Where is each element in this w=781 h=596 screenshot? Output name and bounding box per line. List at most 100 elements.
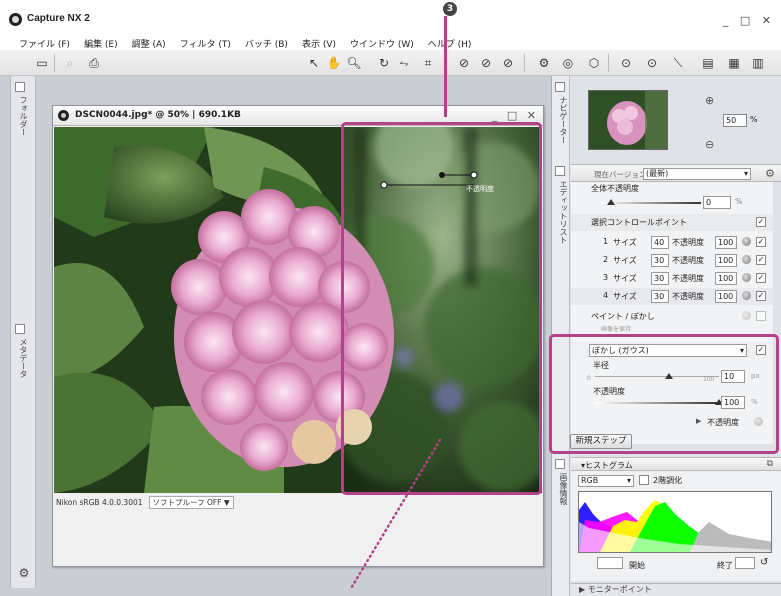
tab-photo-info[interactable]: 画像情報 [555, 473, 569, 505]
print-icon[interactable]: ⎙ [86, 55, 102, 71]
control-point-check[interactable]: ✓ [756, 273, 766, 283]
control-point-opacity-field[interactable]: 100 [715, 272, 737, 285]
selection-brush-icon[interactable]: ⟍ [670, 55, 686, 71]
histogram-end-field[interactable] [735, 557, 755, 569]
control-point-opacity-field[interactable]: 100 [715, 254, 737, 267]
menu-help[interactable]: ヘルプ (H) [421, 34, 479, 50]
overall-opacity-track[interactable] [601, 202, 701, 204]
menu-edit[interactable]: 編集 (E) [77, 34, 125, 50]
overall-opacity-field[interactable]: 0 [703, 196, 731, 209]
tab-navigator[interactable]: ナビゲーター [555, 96, 569, 144]
blur-radius-thumb[interactable] [665, 373, 674, 379]
navigator-palette-toggle[interactable] [555, 82, 565, 92]
control-point-visibility-icon[interactable] [742, 273, 751, 282]
zoom-value-field[interactable]: 50 [723, 114, 747, 127]
straighten-tool-icon[interactable]: ⥊ [396, 55, 412, 71]
menu-batch[interactable]: バッチ (B) [238, 34, 295, 50]
metadata-palette-toggle[interactable] [15, 324, 25, 334]
gear-icon[interactable]: ⚙ [765, 167, 775, 180]
control-point-check[interactable]: ✓ [756, 237, 766, 247]
crop-tool-icon[interactable]: ⌗ [420, 55, 436, 71]
photo-info-palette-toggle[interactable] [555, 459, 565, 469]
auto-retouch-icon[interactable]: ⬡ [586, 55, 602, 71]
tab-folder[interactable]: フォルダー [15, 96, 29, 136]
tab-edit-list[interactable]: エディットリスト [555, 180, 569, 244]
selection-control-points-check[interactable]: ✓ [756, 217, 766, 227]
navigator-thumbnail[interactable] [588, 90, 668, 150]
soft-proof-dropdown[interactable]: ソフトプルーフ OFF ▼ [148, 495, 234, 509]
expand-triangle-icon[interactable]: ▶ [696, 417, 701, 425]
version-label: 現在バージョン [594, 170, 647, 179]
black-point-icon[interactable]: ⊘ [456, 55, 472, 71]
selection-control-points-row[interactable]: 選択コントロールポイント ✓ [571, 214, 773, 231]
control-point-visibility-icon[interactable] [742, 237, 751, 246]
white-point-icon[interactable]: ⊘ [500, 55, 516, 71]
gradient-tool-icon[interactable]: ▤ [700, 55, 716, 71]
neutral-point-icon[interactable]: ⊘ [478, 55, 494, 71]
menu-file[interactable]: ファイル (F) [12, 34, 77, 50]
two-point-check[interactable] [639, 475, 649, 485]
control-point-row[interactable]: 3 サイズ 30 不透明度 100 ✓ [571, 270, 773, 287]
window-controls[interactable]: _ □ ✕ [723, 14, 775, 27]
control-point-size-field[interactable]: 30 [651, 254, 669, 267]
callout-badge: 3 [443, 2, 457, 16]
blur-opacity-field[interactable]: 100 [721, 396, 745, 409]
histogram-channel-select[interactable]: RGB [578, 475, 634, 487]
zoom-in-icon[interactable]: ⊕ [705, 94, 714, 107]
version-select[interactable]: (最新) [643, 168, 751, 180]
blur-radius-track[interactable] [595, 376, 719, 377]
control-point-opacity-field[interactable]: 100 [715, 236, 737, 249]
menu-adjust[interactable]: 調整 (A) [125, 34, 173, 50]
reset-icon[interactable]: ↺ [760, 557, 768, 568]
hand-tool-icon[interactable]: ✋ [326, 55, 342, 71]
control-point-opacity-field[interactable]: 100 [715, 290, 737, 303]
control-point-check[interactable]: ✓ [756, 291, 766, 301]
blend-row[interactable]: ▶ 不透明度 [571, 414, 773, 431]
blur-filter-row[interactable]: ぼかし (ガウス) ✓ [571, 342, 773, 359]
blur-filter-check[interactable]: ✓ [756, 345, 766, 355]
paint-visibility-icon[interactable] [742, 311, 751, 320]
fill-tool-icon[interactable]: ▦ [726, 55, 742, 71]
monitor-point-icon[interactable]: ⧉ [767, 459, 773, 469]
control-point-size-field[interactable]: 30 [651, 272, 669, 285]
blur-radius-field[interactable]: 10 [721, 370, 745, 383]
rotate-tool-icon[interactable]: ↻ [376, 55, 392, 71]
lasso-tool-icon[interactable]: ▥ [750, 55, 766, 71]
new-step-button[interactable]: 新規ステップ [570, 434, 632, 449]
zoom-tool-icon[interactable]: 🔍︎ [346, 55, 362, 71]
control-point-row[interactable]: 4 サイズ 30 不透明度 100 ✓ [571, 288, 773, 305]
control-point-check[interactable]: ✓ [756, 255, 766, 265]
retouch-brush-icon[interactable]: ◎ [560, 55, 576, 71]
blur-opacity-track[interactable] [595, 402, 719, 404]
color-control-point-icon[interactable]: ⊙ [618, 55, 634, 71]
blend-label: 不透明度 [707, 418, 739, 427]
control-point-visibility-icon[interactable] [742, 255, 751, 264]
folder-palette-toggle[interactable] [15, 82, 25, 92]
image-window-controls[interactable]: _ □ ✕ [492, 109, 539, 122]
control-point-row[interactable]: 2 サイズ 30 不透明度 100 ✓ [571, 252, 773, 269]
control-point-row[interactable]: 1 サイズ 40 不透明度 100 ✓ [571, 234, 773, 251]
tab-metadata[interactable]: メタデータ [15, 338, 29, 378]
workspace-icon[interactable]: ▭ [34, 55, 50, 71]
control-point-label: 不透明度 [466, 184, 494, 193]
blur-filter-select[interactable]: ぼかし (ガウス) [589, 344, 747, 357]
histogram-start-field[interactable] [597, 557, 623, 569]
palette-settings-icon[interactable]: ⚙ [15, 566, 33, 582]
menu-view[interactable]: 表示 (V) [295, 34, 343, 50]
menu-filter[interactable]: フィルタ (T) [173, 34, 238, 50]
menu-window[interactable]: ウインドウ (W) [343, 34, 421, 50]
overall-opacity-thumb[interactable] [607, 199, 615, 205]
control-point-size-field[interactable]: 30 [651, 290, 669, 303]
photo-canvas[interactable]: 不透明度 [54, 127, 542, 493]
browser-icon[interactable]: ⌕ [62, 55, 78, 71]
monitor-point-header[interactable]: ▶ モニターポイント [571, 583, 781, 596]
selection-control-point-icon[interactable]: ⊙ [644, 55, 660, 71]
control-point-visibility-icon[interactable] [742, 291, 751, 300]
zoom-out-icon[interactable]: ⊖ [705, 138, 714, 151]
image-window-title-bar: DSCN0044.jpg* @ 50% | 690.1KB _ □ ✕ [53, 106, 543, 126]
control-point-size-field[interactable]: 40 [651, 236, 669, 249]
direct-select-tool-icon[interactable]: ↖ [306, 55, 322, 71]
edit-list-palette-toggle[interactable] [555, 166, 565, 176]
red-eye-icon[interactable]: ⚙ [536, 55, 552, 71]
blend-toggle-icon[interactable] [754, 417, 763, 426]
